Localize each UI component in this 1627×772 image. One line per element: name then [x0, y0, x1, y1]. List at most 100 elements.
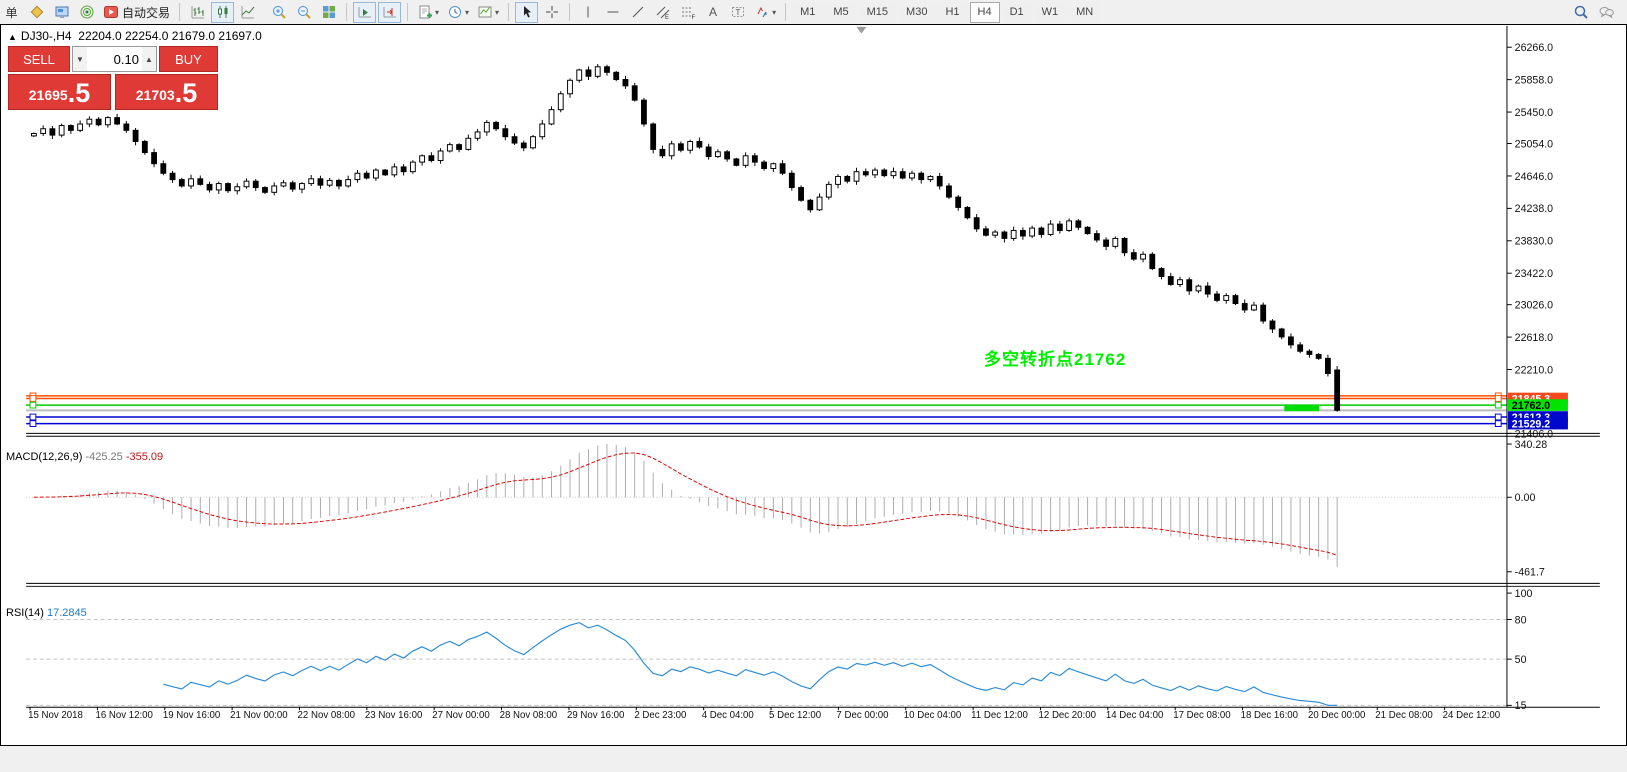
- line-handle-right[interactable]: [1495, 421, 1501, 427]
- candle-body: [152, 153, 157, 164]
- line-handle-left[interactable]: [30, 414, 36, 420]
- candle-body: [105, 118, 110, 125]
- line-handle-left[interactable]: [30, 396, 36, 402]
- vline-button[interactable]: [576, 2, 599, 23]
- sell-button[interactable]: SELL: [8, 46, 70, 72]
- signal-icon: [79, 4, 95, 20]
- sell-price[interactable]: 21695.5: [8, 74, 111, 110]
- timeframe-m15-button[interactable]: M15: [859, 2, 896, 23]
- crosshair-icon: [544, 4, 560, 20]
- timeframe-m30-button[interactable]: M30: [898, 2, 935, 23]
- timeframe-h4-button[interactable]: H4: [970, 2, 1000, 23]
- candle-body: [1196, 286, 1201, 291]
- periods-button[interactable]: ▾: [444, 2, 472, 23]
- candle-body: [263, 188, 268, 193]
- chat-button[interactable]: [1594, 2, 1617, 23]
- green-highlight-marker[interactable]: [1284, 405, 1319, 411]
- zoom-in-button[interactable]: [267, 2, 290, 23]
- timeframe-d1-button[interactable]: D1: [1002, 2, 1032, 23]
- chart-shift-marker: [857, 27, 867, 34]
- timeframe-m5-button[interactable]: M5: [825, 2, 856, 23]
- new-order-button[interactable]: 单: [0, 2, 23, 23]
- time-axis-label: 20 Dec 00:00: [1308, 710, 1365, 721]
- line-handle-right[interactable]: [1495, 414, 1501, 420]
- bar-chart-button[interactable]: [186, 2, 209, 23]
- price-axis-label: 24238.0: [1515, 203, 1553, 215]
- candle-body: [1270, 321, 1275, 329]
- toolbar-separator: [407, 3, 408, 21]
- buy-price-big: .5: [175, 80, 198, 107]
- market-watch-button[interactable]: [50, 2, 73, 23]
- buy-price[interactable]: 21703.5: [115, 74, 218, 110]
- candle-body: [678, 144, 683, 150]
- chevron-down-icon: ▾: [465, 8, 469, 17]
- channel-button[interactable]: E: [651, 2, 674, 23]
- line-handle-right[interactable]: [1495, 402, 1501, 408]
- timeframe-mn-button[interactable]: MN: [1068, 2, 1101, 23]
- arrows-button[interactable]: ▾: [751, 2, 779, 23]
- candle-body: [1141, 254, 1146, 259]
- indicators-icon: [417, 4, 433, 20]
- candle-body: [300, 184, 305, 190]
- line-chart-button[interactable]: [236, 2, 259, 23]
- rsi-value: 17.2845: [47, 607, 87, 619]
- candle-body: [586, 70, 591, 76]
- candle-body: [50, 129, 55, 135]
- volume-increase-button[interactable]: ▲: [142, 47, 156, 71]
- trendline-button[interactable]: [626, 2, 649, 23]
- auto-scroll-button[interactable]: [353, 2, 376, 23]
- market-watch-icon: [54, 4, 70, 20]
- crosshair-button[interactable]: [540, 2, 563, 23]
- hline-button[interactable]: [601, 2, 624, 23]
- candle-body: [31, 134, 36, 136]
- chart-shift-button[interactable]: [378, 2, 401, 23]
- candle-body: [327, 180, 332, 185]
- fibonacci-button[interactable]: F: [676, 2, 699, 23]
- candle-body: [1205, 286, 1210, 294]
- collapse-icon[interactable]: ▲: [8, 32, 17, 42]
- zoom-out-button[interactable]: [292, 2, 315, 23]
- line-handle-left[interactable]: [30, 402, 36, 408]
- candle-body: [401, 167, 406, 172]
- cursor-button[interactable]: [515, 2, 538, 23]
- time-axis-label: 17 Dec 08:00: [1173, 710, 1230, 721]
- search-button[interactable]: [1569, 2, 1592, 23]
- signal-button[interactable]: [75, 2, 98, 23]
- candle-body: [651, 124, 656, 149]
- autotrading-button[interactable]: 自动交易: [100, 2, 173, 23]
- candle-body: [373, 170, 378, 178]
- time-axis-label: 22 Nov 08:00: [298, 710, 355, 721]
- toolbar-separator: [508, 3, 509, 21]
- tile-windows-button[interactable]: [317, 2, 340, 23]
- candle-body: [568, 80, 573, 94]
- indicators-button[interactable]: ▾: [414, 2, 442, 23]
- macd-axis-label: 0.00: [1515, 492, 1536, 504]
- templates-button[interactable]: ▾: [474, 2, 502, 23]
- text-button[interactable]: A: [701, 2, 724, 23]
- timeframe-w1-button[interactable]: W1: [1034, 2, 1067, 23]
- periods-icon: [447, 4, 463, 20]
- time-axis-label: 15 Nov 2018: [28, 710, 83, 721]
- channel-icon: E: [655, 4, 671, 20]
- time-axis-label: 21 Dec 08:00: [1375, 710, 1432, 721]
- timeframe-m1-button[interactable]: M1: [792, 2, 823, 23]
- candle-body: [993, 232, 998, 235]
- candle-body: [1159, 269, 1164, 277]
- candle-body: [1094, 234, 1099, 240]
- turning-point-annotation[interactable]: 多空转折点21762: [984, 345, 1126, 370]
- price-tag-label: 21762.0: [1512, 400, 1550, 412]
- line-handle-left[interactable]: [30, 421, 36, 427]
- chart-title: ▲DJ30-,H4 22204.0 22254.0 21679.0 21697.…: [8, 29, 262, 43]
- line-handle-right[interactable]: [1495, 396, 1501, 402]
- candle-body: [1131, 253, 1136, 259]
- volume-input[interactable]: [87, 47, 142, 71]
- candlestick-button[interactable]: [211, 2, 234, 23]
- timeframe-h1-button[interactable]: H1: [937, 2, 967, 23]
- chart-canvas[interactable]: 26266.025858.025450.025054.024646.024238…: [0, 24, 1627, 746]
- label-button[interactable]: T: [726, 2, 749, 23]
- buy-button[interactable]: BUY: [159, 46, 218, 72]
- new-order-button[interactable]: [25, 2, 48, 23]
- time-axis-label: 7 Dec 00:00: [836, 710, 888, 721]
- candle-body: [346, 180, 351, 186]
- volume-decrease-button[interactable]: ▼: [73, 47, 87, 71]
